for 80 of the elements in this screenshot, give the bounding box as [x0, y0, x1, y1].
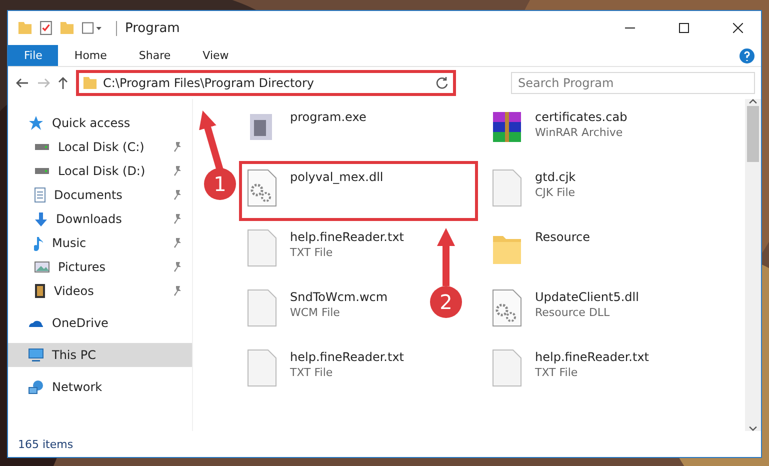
file-item[interactable]: help.fineReader.txt TXT File: [239, 341, 411, 395]
maximize-icon: [679, 23, 689, 33]
ribbon-tab[interactable]: View: [186, 45, 245, 66]
properties-icon[interactable]: [40, 21, 52, 35]
sidebar-item[interactable]: Local Disk (C:): [8, 135, 192, 159]
window-title: Program: [116, 20, 180, 36]
sidebar-item[interactable]: Music: [8, 231, 192, 255]
address-bar[interactable]: C:\Program Files\Program Directory: [76, 70, 456, 96]
file-type: CJK File: [535, 186, 576, 199]
file-type: Resource DLL: [535, 306, 611, 319]
picture-icon: [34, 261, 50, 273]
network-icon: [28, 380, 44, 394]
file-item[interactable]: UpdateClient5.dll Resource DLL: [484, 281, 646, 335]
file-item[interactable]: certificates.cab WinRAR Archive: [484, 101, 634, 155]
file-name: UpdateClient5.dll: [535, 290, 639, 304]
file-item[interactable]: Resource: [484, 221, 598, 275]
refresh-icon[interactable]: [435, 76, 449, 90]
up-arrow-icon[interactable]: [58, 76, 68, 90]
file-item[interactable]: help.fineReader.txt TXT File: [484, 341, 656, 395]
file-item[interactable]: program.exe: [239, 101, 374, 155]
file-icon: [491, 168, 523, 208]
settings-file-icon: [491, 288, 523, 328]
sidebar-item[interactable]: Documents: [8, 183, 192, 207]
file-name: help.fineReader.txt: [290, 230, 404, 244]
scrollbar-thumb[interactable]: [747, 106, 759, 162]
scroll-up-icon[interactable]: [749, 99, 757, 104]
sidebar-item[interactable]: Videos: [8, 279, 192, 303]
sidebar-item[interactable]: Downloads: [8, 207, 192, 231]
ribbon-tab[interactable]: Share: [122, 45, 187, 66]
file-name: gtd.cjk: [535, 170, 576, 184]
settings-file-icon: [246, 168, 278, 208]
help-icon[interactable]: [739, 48, 755, 64]
file-name: program.exe: [290, 110, 366, 124]
sidebar-item[interactable]: OneDrive: [8, 311, 192, 335]
ribbon-tab[interactable]: Home: [58, 45, 123, 66]
drive-icon: [34, 168, 50, 174]
customize-toolbar-icon[interactable]: [82, 22, 102, 34]
file-icon: [246, 348, 278, 388]
file-icon: [246, 288, 278, 328]
item-count: 165 items: [18, 438, 74, 450]
file-item[interactable]: SndToWcm.wcm WCM File: [239, 281, 395, 335]
star-icon: [28, 116, 44, 130]
music-note-icon: [34, 236, 44, 250]
drive-icon: [34, 144, 50, 150]
scroll-down-icon[interactable]: [749, 426, 757, 431]
close-icon: [733, 23, 743, 33]
minimize-icon: [625, 27, 635, 29]
file-icon: [246, 228, 278, 268]
sidebar-item[interactable]: Network: [8, 375, 192, 399]
cloud-icon: [28, 318, 44, 328]
file-type: WCM File: [290, 306, 341, 319]
file-item[interactable]: gtd.cjk CJK File: [484, 161, 583, 215]
annotation-arrow: [199, 110, 224, 171]
file-name: SndToWcm.wcm: [290, 290, 388, 304]
back-icon[interactable]: [16, 78, 29, 88]
file-icon: [491, 348, 523, 388]
file-type: TXT File: [535, 366, 579, 379]
monitor-icon: [28, 348, 44, 362]
file-name: Resource: [535, 230, 590, 244]
document-icon: [34, 187, 46, 203]
file-name: help.fineReader.txt: [290, 350, 404, 364]
file-item[interactable]: help.fineReader.txt TXT File: [239, 221, 411, 275]
sidebar-item[interactable]: Local Disk (D:): [8, 159, 192, 183]
file-name: polyval_mex.dll: [290, 170, 384, 184]
file-name: certificates.cab: [535, 110, 628, 124]
film-icon: [34, 283, 46, 299]
annotation-arrow: [437, 228, 455, 286]
file-name: help.fineReader.txt: [535, 350, 649, 364]
sidebar-item[interactable]: This PC: [8, 343, 192, 367]
sidebar-item[interactable]: Pictures: [8, 255, 192, 279]
file-type: WinRAR Archive: [535, 126, 624, 139]
search-field[interactable]: Search Program: [511, 72, 755, 94]
folder-icon: [18, 22, 32, 34]
file-tab[interactable]: File: [8, 45, 58, 66]
file-type: TXT File: [290, 366, 334, 379]
download-icon: [34, 212, 48, 226]
folder-icon: [83, 77, 97, 89]
sidebar-item[interactable]: Quick access: [8, 111, 192, 135]
file-item[interactable]: polyval_mex.dll: [239, 161, 478, 221]
file-type: TXT File: [290, 246, 334, 259]
